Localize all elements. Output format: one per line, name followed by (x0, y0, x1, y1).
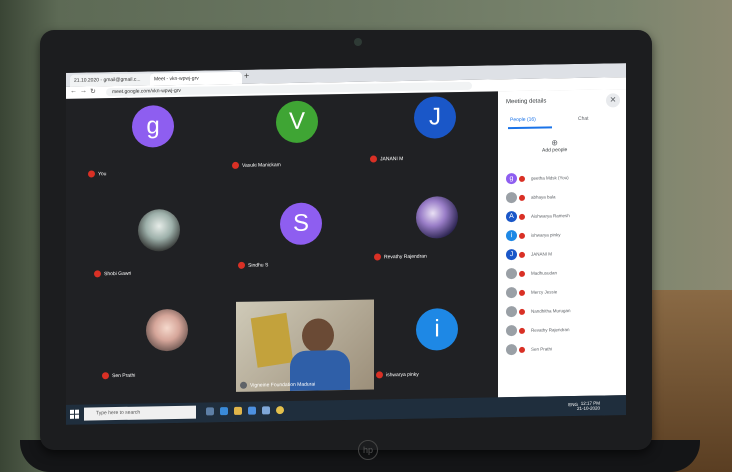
avatar: i (506, 230, 517, 242)
list-item[interactable]: abhaya bala (506, 186, 622, 207)
edge-icon[interactable] (220, 407, 228, 416)
participant-avatar-janani: J (414, 96, 456, 139)
avatar: J (506, 249, 517, 261)
participant-name-janani: JANANI M (370, 155, 403, 163)
participant-photo-sen (146, 308, 188, 352)
participant-name-revathy: Revathy Rajendran (374, 253, 427, 261)
mic-off-icon (519, 251, 525, 258)
file-explorer-icon[interactable] (234, 406, 242, 415)
list-item[interactable]: Madhusudan (506, 262, 622, 283)
hp-logo: hp (358, 440, 378, 460)
participant-avatar-you: g (132, 105, 174, 148)
reload-icon[interactable]: ↻ (90, 87, 96, 95)
list-item[interactable]: Sen Prathi (506, 338, 622, 359)
mic-off-icon (519, 213, 525, 220)
avatar (506, 192, 517, 204)
add-people-button[interactable]: ⊕ Add people (542, 138, 567, 153)
list-item[interactable]: i ishwarya pinky (506, 224, 622, 245)
participant-avatar-sindhu: S (280, 202, 322, 246)
back-icon[interactable]: ← (70, 88, 77, 95)
mic-off-icon (519, 289, 525, 296)
mic-off-icon (519, 346, 525, 353)
tab-chat[interactable]: Chat (578, 116, 589, 122)
list-item[interactable]: A Aishwarya Ramesh (506, 205, 622, 226)
avatar: A (506, 211, 517, 223)
participant-name-you: You (88, 170, 106, 178)
store-icon[interactable] (262, 406, 270, 415)
mic-off-icon (519, 232, 525, 239)
tab-people[interactable]: People (16) (510, 117, 536, 123)
mic-off-icon (102, 372, 109, 380)
mic-off-icon (94, 270, 101, 278)
mic-off-icon (519, 175, 525, 182)
avatar (506, 306, 517, 318)
avatar (506, 325, 517, 337)
participant-name-ishwarya: ishwarya pinky (376, 371, 419, 379)
add-person-icon: ⊕ (551, 138, 558, 148)
meeting-details-panel: Meeting details ✕ People (16) Chat ⊕ Add… (498, 89, 626, 398)
mic-off-icon (376, 371, 383, 379)
participant-name-vigneine: Vigneine Foundation Madurai (240, 381, 315, 389)
list-item[interactable]: J JANANI M (506, 243, 622, 264)
mic-off-icon (519, 308, 525, 315)
participant-avatar-vasuki: V (276, 100, 318, 144)
participant-video-vigneine: Vigneine Foundation Madurai (236, 299, 374, 392)
new-tab-icon[interactable]: + (244, 71, 249, 81)
webcam-icon (354, 38, 362, 46)
mic-off-icon (232, 161, 239, 169)
participant-name-sen: Sen Prathi (102, 372, 135, 380)
participant-photo-shobi (138, 208, 180, 252)
chrome-icon[interactable] (276, 406, 284, 415)
mic-icon (240, 381, 247, 389)
mic-off-icon (238, 261, 245, 269)
mic-off-icon (88, 170, 95, 178)
list-item[interactable]: Mercy Jessie (506, 281, 622, 302)
participant-avatar-ishwarya: i (416, 308, 458, 351)
mic-off-icon (370, 155, 377, 163)
book-cover (250, 312, 294, 368)
list-item[interactable]: Revathy Rajendran (506, 319, 622, 340)
avatar: g (506, 173, 517, 185)
participant-name-shobi: Shobi Gawri (94, 270, 131, 278)
participant-name-sindhu: Sindhu S (238, 261, 268, 269)
list-item[interactable]: g geetha Mdsk (You) (506, 167, 622, 188)
list-item[interactable]: Nandhitha Murugan (506, 300, 622, 321)
participant-photo-revathy (416, 196, 458, 239)
avatar (506, 268, 517, 280)
mic-off-icon (519, 194, 525, 201)
system-tray-clock[interactable]: 12:17 PM 21-10-2020 (577, 401, 600, 411)
laptop-screen: 21.10.2020 - gmail@gmail.c... Meet - vkn… (66, 63, 626, 425)
mic-off-icon (519, 270, 525, 277)
task-view-icon[interactable] (206, 407, 214, 416)
language-indicator[interactable]: ENG (568, 402, 578, 407)
windows-start-icon[interactable] (70, 409, 79, 419)
mail-icon[interactable] (248, 406, 256, 415)
avatar (506, 344, 517, 356)
mic-off-icon (374, 253, 381, 261)
avatar (506, 287, 517, 299)
taskbar-search-input[interactable]: Type here to search (84, 405, 196, 421)
active-tab-indicator (508, 126, 552, 130)
person-head (302, 318, 334, 353)
mic-off-icon (519, 327, 525, 334)
close-icon[interactable]: ✕ (606, 93, 620, 108)
meet-video-grid: g You V Vasuki Manickam J JANANI M Shobi… (66, 91, 498, 405)
people-list: g geetha Mdsk (You) abhaya bala A Aishwary… (506, 167, 622, 359)
panel-title: Meeting details (506, 98, 547, 106)
forward-icon[interactable]: → (80, 88, 87, 95)
participant-name-vasuki: Vasuki Manickam (232, 161, 281, 169)
